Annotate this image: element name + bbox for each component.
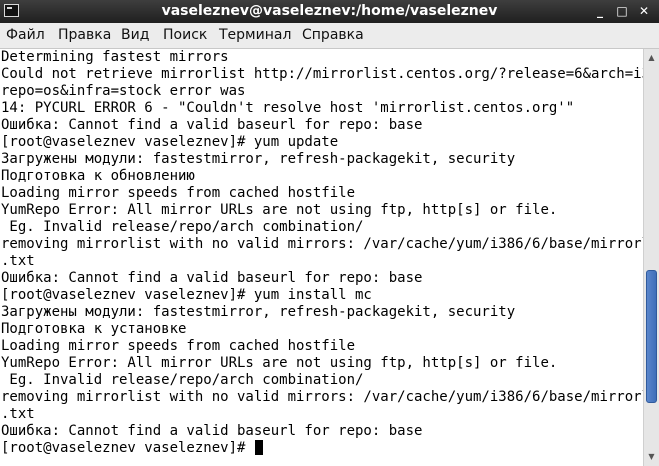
terminal-line: Ошибка: Cannot find a valid baseurl for … <box>1 117 423 133</box>
menu-edit[interactable]: Правка <box>58 23 111 48</box>
scrollbar-thumb[interactable] <box>646 270 657 403</box>
terminal-line: Eg. Invalid release/repo/arch combinatio… <box>1 219 364 235</box>
maximize-button[interactable]: □ <box>614 3 630 19</box>
menu-search[interactable]: Поиск <box>163 23 207 48</box>
terminal-line: .txt <box>1 406 35 422</box>
close-button[interactable]: ✕ <box>636 3 652 19</box>
scroll-up-arrow-icon[interactable]: ▲ <box>644 51 659 65</box>
terminal-text: Determining fastest mirrors Could not re… <box>0 49 643 457</box>
terminal-line: YumRepo Error: All mirror URLs are not u… <box>1 202 558 218</box>
terminal-line: removing mirrorlist with no valid mirror… <box>1 236 643 252</box>
terminal-line: Could not retrieve mirrorlist http://mir… <box>1 66 643 82</box>
command-prompt: [root@vaseleznev vaseleznev]# <box>1 440 254 456</box>
terminal-line: .txt <box>1 253 35 269</box>
terminal-line: Eg. Invalid release/repo/arch combinatio… <box>1 372 364 388</box>
menu-help[interactable]: Справка <box>302 23 364 48</box>
terminal-line: Ошибка: Cannot find a valid baseurl for … <box>1 270 423 286</box>
vertical-scrollbar[interactable]: ▲ ▼ <box>643 49 659 466</box>
terminal-line: YumRepo Error: All mirror URLs are not u… <box>1 355 558 371</box>
terminal-line: [root@vaseleznev vaseleznev]# yum update <box>1 134 339 150</box>
menu-bar: Файл Правка Вид Поиск Терминал Справка <box>0 23 659 49</box>
terminal-line: Loading mirror speeds from cached hostfi… <box>1 185 356 201</box>
terminal-line: 14: PYCURL ERROR 6 - "Couldn't resolve h… <box>1 100 575 116</box>
terminal-line: removing mirrorlist with no valid mirror… <box>1 389 643 405</box>
title-bar[interactable]: vaseleznev@vaseleznev:/home/vaseleznev _… <box>0 0 659 23</box>
text-cursor <box>254 440 263 455</box>
menu-terminal[interactable]: Терминал <box>219 23 291 48</box>
terminal-line: Подготовка к установке <box>1 321 187 337</box>
terminal-line: Loading mirror speeds from cached hostfi… <box>1 338 356 354</box>
terminal-line: [root@vaseleznev vaseleznev]# yum instal… <box>1 287 372 303</box>
window-title: vaseleznev@vaseleznev:/home/vaseleznev <box>161 3 498 19</box>
minimize-button[interactable]: _ <box>592 3 608 19</box>
scroll-down-arrow-icon[interactable]: ▼ <box>644 450 659 464</box>
terminal-line: Determining fastest mirrors <box>1 49 229 65</box>
terminal-line: Подготовка к обновлению <box>1 168 195 184</box>
terminal-line: repo=os&infra=stock error was <box>1 83 246 99</box>
terminal-line: Загружены модули: fastestmirror, refresh… <box>1 151 516 167</box>
terminal-line: Загружены модули: fastestmirror, refresh… <box>1 304 516 320</box>
terminal-line: Ошибка: Cannot find a valid baseurl for … <box>1 423 423 439</box>
menu-view[interactable]: Вид <box>121 23 149 48</box>
menu-file[interactable]: Файл <box>6 23 45 48</box>
terminal-output[interactable]: Determining fastest mirrors Could not re… <box>0 49 643 466</box>
terminal-window: vaseleznev@vaseleznev:/home/vaseleznev _… <box>0 0 659 466</box>
